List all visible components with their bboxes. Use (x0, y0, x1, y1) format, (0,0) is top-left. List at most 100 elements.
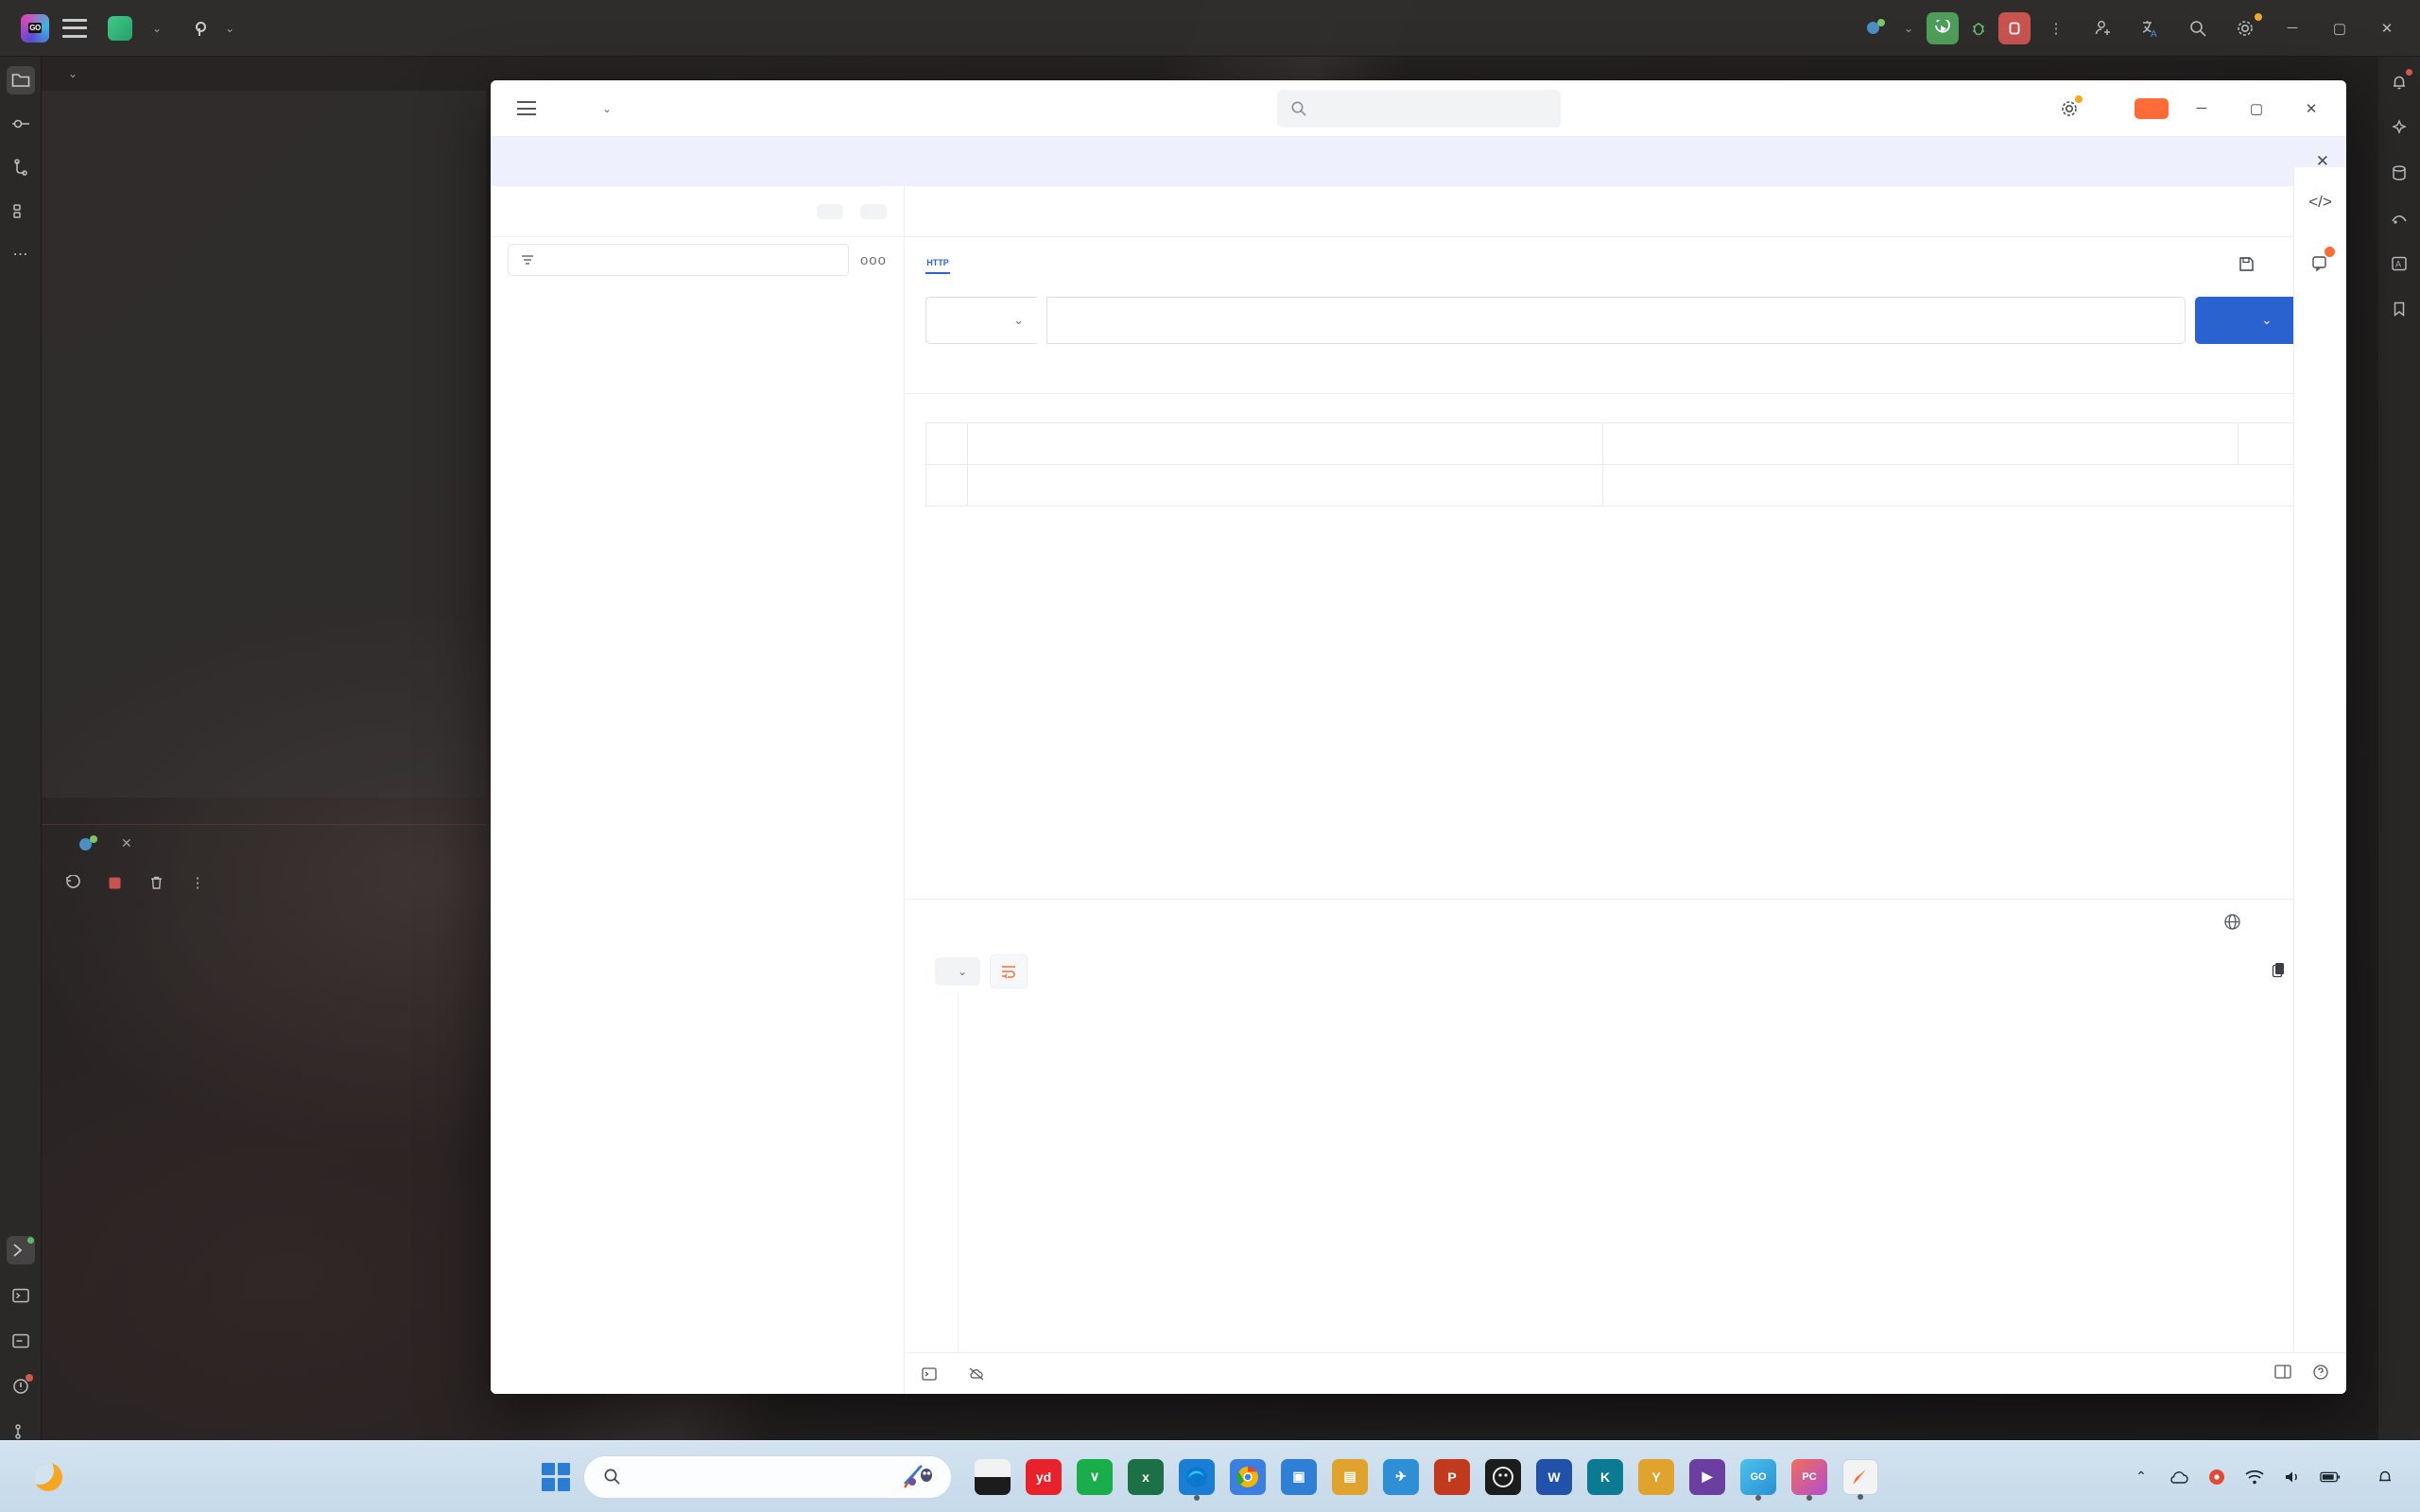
debug-button[interactable] (1962, 12, 1995, 44)
url-input[interactable] (1046, 297, 2186, 344)
cloud-icon[interactable] (2169, 1467, 2189, 1487)
translate-icon[interactable]: A (2129, 9, 2172, 47)
copilot-icon[interactable] (898, 1461, 942, 1493)
comments-icon[interactable] (2305, 247, 2337, 279)
project-tree[interactable] (42, 91, 486, 798)
settings-gear-icon[interactable] (2053, 93, 2085, 125)
taskbar-app-media[interactable]: ▶ (1689, 1458, 1725, 1495)
copy-icon[interactable] (2271, 961, 2288, 983)
stop-button[interactable] (1998, 11, 2031, 44)
taskbar-app-youdao[interactable]: yd (1026, 1458, 1062, 1495)
new-button[interactable] (817, 203, 843, 219)
pull-requests-tool-icon[interactable] (7, 153, 35, 181)
maximize-window-button[interactable]: ▢ (2235, 91, 2278, 127)
project-panel-header[interactable]: ⌄ (42, 57, 486, 91)
taskbar-search-input[interactable] (583, 1454, 952, 1499)
taskbar-app-edge[interactable] (1179, 1458, 1215, 1501)
code-snippet-icon[interactable]: </> (2305, 186, 2337, 218)
wifi-icon[interactable] (2244, 1467, 2265, 1487)
minimize-window-button[interactable]: ─ (2271, 9, 2314, 47)
battery-icon[interactable] (2320, 1467, 2341, 1487)
close-icon[interactable]: ✕ (121, 835, 132, 851)
terminal-tool-icon[interactable] (7, 1281, 35, 1310)
close-window-button[interactable]: ✕ (2365, 9, 2409, 47)
project-tool-icon[interactable] (6, 66, 35, 94)
notifications-icon[interactable] (2385, 68, 2413, 96)
run-button[interactable] (1927, 11, 1959, 44)
filter-input[interactable] (508, 244, 849, 276)
nav-home[interactable] (557, 102, 579, 115)
taskbar-app-wechat[interactable]: ∨ (1077, 1458, 1113, 1495)
show-hidden-icons[interactable]: ⌃ (2131, 1467, 2152, 1487)
minimize-window-button[interactable]: ─ (2180, 91, 2223, 127)
ai-assistant-icon[interactable] (2385, 113, 2413, 142)
notification-center-icon[interactable] (2375, 1467, 2395, 1487)
taskbar-app-fileexplorer[interactable] (975, 1458, 1011, 1495)
nav-explore[interactable] (629, 102, 651, 115)
run-configuration-selector[interactable]: ⌄ (1858, 14, 1923, 43)
value-input[interactable] (1602, 464, 2325, 507)
weather-widget[interactable] (0, 1462, 74, 1491)
stop-icon[interactable] (104, 872, 125, 893)
taskbar-app-folder[interactable]: ▤ (1332, 1458, 1368, 1495)
import-button[interactable] (860, 203, 887, 219)
project-selector[interactable]: ⌄ (100, 12, 169, 44)
close-window-button[interactable]: ✕ (2290, 91, 2333, 127)
postman-menu-icon[interactable] (517, 101, 536, 115)
todo-tool-icon[interactable] (7, 1327, 35, 1355)
key-input[interactable] (967, 464, 1603, 507)
main-menu-icon[interactable] (62, 18, 87, 38)
more-actions-icon[interactable]: ⋮ (2034, 9, 2078, 47)
row-checkbox-cell[interactable] (925, 464, 968, 507)
run-tab[interactable]: ✕ (79, 834, 132, 852)
method-select[interactable]: ⌄ (925, 297, 1037, 344)
search-icon[interactable] (2176, 9, 2220, 47)
sign-in-button[interactable] (2097, 101, 2123, 116)
taskbar-app-pycharm[interactable]: PC (1791, 1458, 1827, 1501)
commit-tool-icon[interactable] (7, 110, 35, 138)
taskbar-app-chrome[interactable] (1230, 1458, 1266, 1495)
table-row[interactable] (925, 464, 2325, 507)
wrap-lines-button[interactable] (990, 954, 1028, 988)
database-icon[interactable] (2385, 159, 2413, 187)
account-status[interactable] (969, 1367, 992, 1381)
search-input[interactable] (1276, 89, 1561, 128)
console-button[interactable] (922, 1366, 944, 1381)
gradle-icon[interactable] (2385, 204, 2413, 232)
volume-icon[interactable] (2282, 1467, 2303, 1487)
taskbar-app-yy[interactable]: Y (1638, 1458, 1674, 1495)
save-button[interactable] (2227, 249, 2274, 279)
taskbar-app-kugou[interactable]: K (1587, 1458, 1623, 1495)
music-icon[interactable] (2206, 1467, 2227, 1487)
branch-selector[interactable]: ⌄ (186, 16, 242, 41)
rerun-icon[interactable] (62, 872, 83, 893)
start-button-icon[interactable] (542, 1462, 570, 1491)
response-body-viewer[interactable] (905, 994, 2346, 1352)
problems-tool-icon[interactable] (7, 1372, 35, 1400)
history-list[interactable] (491, 283, 904, 1394)
run-tool-icon[interactable] (7, 1236, 35, 1264)
taskbar-app-word[interactable]: W (1536, 1458, 1572, 1495)
taskbar-app-postman[interactable] (1842, 1458, 1878, 1500)
layout-icon[interactable] (2274, 1365, 2291, 1383)
taskbar-app-powerpoint[interactable]: P (1434, 1458, 1470, 1495)
code-with-me-icon[interactable]: A (2385, 249, 2413, 278)
taskbar-app-github[interactable] (1485, 1458, 1521, 1495)
settings-gear-icon[interactable] (2223, 9, 2267, 47)
create-account-button[interactable] (2135, 97, 2169, 119)
more-tool-windows-icon[interactable]: ⋯ (7, 240, 35, 268)
structure-tool-icon[interactable] (7, 197, 35, 225)
add-user-icon[interactable] (2082, 9, 2125, 47)
taskbar-app-excel[interactable]: x (1128, 1458, 1164, 1495)
trash-icon[interactable] (146, 872, 166, 893)
nav-workspaces[interactable]: ⌄ (585, 95, 623, 122)
taskbar-app-feishu[interactable]: ✈ (1383, 1458, 1419, 1495)
taskbar-app-store[interactable]: ▣ (1281, 1458, 1317, 1495)
maximize-window-button[interactable]: ▢ (2318, 9, 2361, 47)
help-icon[interactable] (2312, 1364, 2329, 1384)
taskbar-app-goland[interactable]: GO (1740, 1458, 1776, 1501)
more-icon[interactable]: ⋮ (187, 872, 208, 893)
history-more-icon[interactable]: ooo (860, 252, 887, 268)
bookmarks-icon[interactable] (2385, 295, 2413, 323)
response-format-select[interactable]: ⌄ (935, 957, 981, 986)
